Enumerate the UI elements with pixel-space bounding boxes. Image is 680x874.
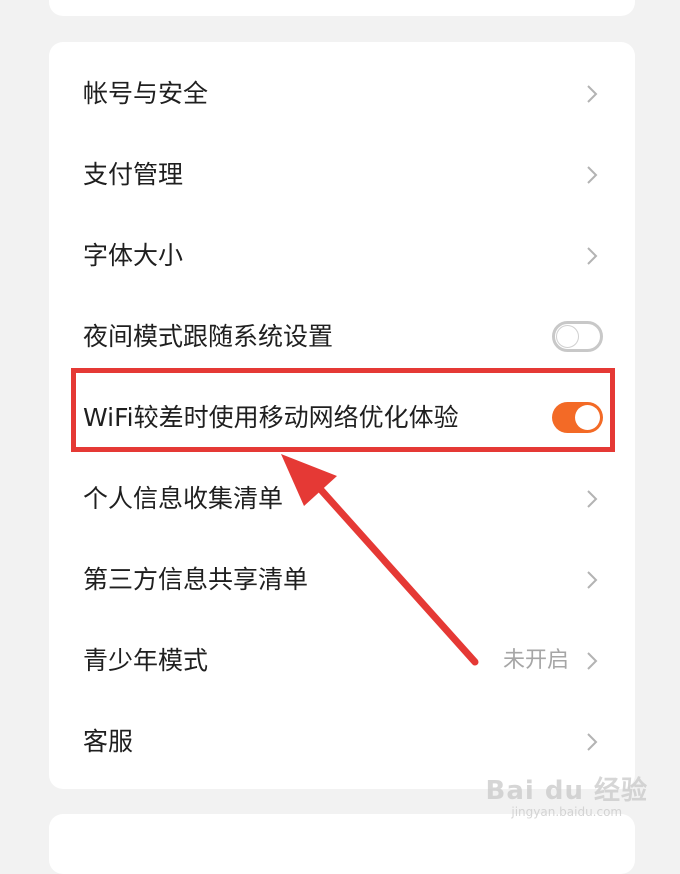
chevron-right-icon [587,571,598,589]
settings-row-label: 个人信息收集清单 [83,484,284,513]
wifi-optimization-toggle[interactable] [552,402,603,433]
settings-row-font-size[interactable]: 字体大小 [49,215,635,296]
chevron-right-icon [587,652,598,670]
settings-row-wifi-optimization: WiFi较差时使用移动网络优化体验 [49,377,635,458]
settings-row-label: 第三方信息共享清单 [83,565,309,594]
chevron-right-icon [587,166,598,184]
settings-row-label: 客服 [83,727,134,756]
next-settings-card [49,814,635,874]
settings-row-label: 青少年模式 [83,646,209,675]
toggle-knob [556,325,579,348]
settings-card: 帐号与安全 支付管理 字体大小 夜间模式跟随系统设置 WiFi较差时使用移动网络… [49,42,635,789]
chevron-right-icon [587,247,598,265]
toggle-knob [575,405,600,430]
settings-row-teen-mode[interactable]: 青少年模式 未开启 [49,620,635,701]
settings-row-account-security[interactable]: 帐号与安全 [49,53,635,134]
chevron-right-icon [587,85,598,103]
watermark-logo: Bai du 经验 [485,776,648,806]
chevron-right-icon [587,490,598,508]
settings-row-third-party-sharing[interactable]: 第三方信息共享清单 [49,539,635,620]
settings-row-night-mode: 夜间模式跟随系统设置 [49,296,635,377]
settings-row-label: 夜间模式跟随系统设置 [83,322,334,351]
previous-settings-card [49,0,635,16]
settings-row-label: 字体大小 [83,241,184,270]
settings-row-label: 帐号与安全 [83,79,209,108]
watermark: Bai du 经验 jingyan.baidu.com [486,770,649,819]
watermark-url: jingyan.baidu.com [511,805,623,819]
settings-row-label: 支付管理 [83,160,184,189]
settings-row-label: WiFi较差时使用移动网络优化体验 [83,403,459,432]
settings-row-payment[interactable]: 支付管理 [49,134,635,215]
teen-mode-status: 未开启 [502,648,569,673]
chevron-right-icon [587,733,598,751]
settings-row-personal-info-list[interactable]: 个人信息收集清单 [49,458,635,539]
night-mode-toggle[interactable] [552,321,603,352]
